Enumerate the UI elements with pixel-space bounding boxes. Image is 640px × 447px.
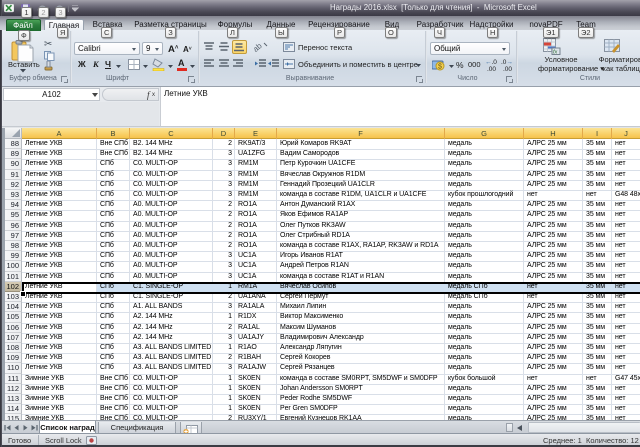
svg-text:$: $ (438, 64, 442, 71)
svg-text:ab: ab (254, 41, 264, 53)
